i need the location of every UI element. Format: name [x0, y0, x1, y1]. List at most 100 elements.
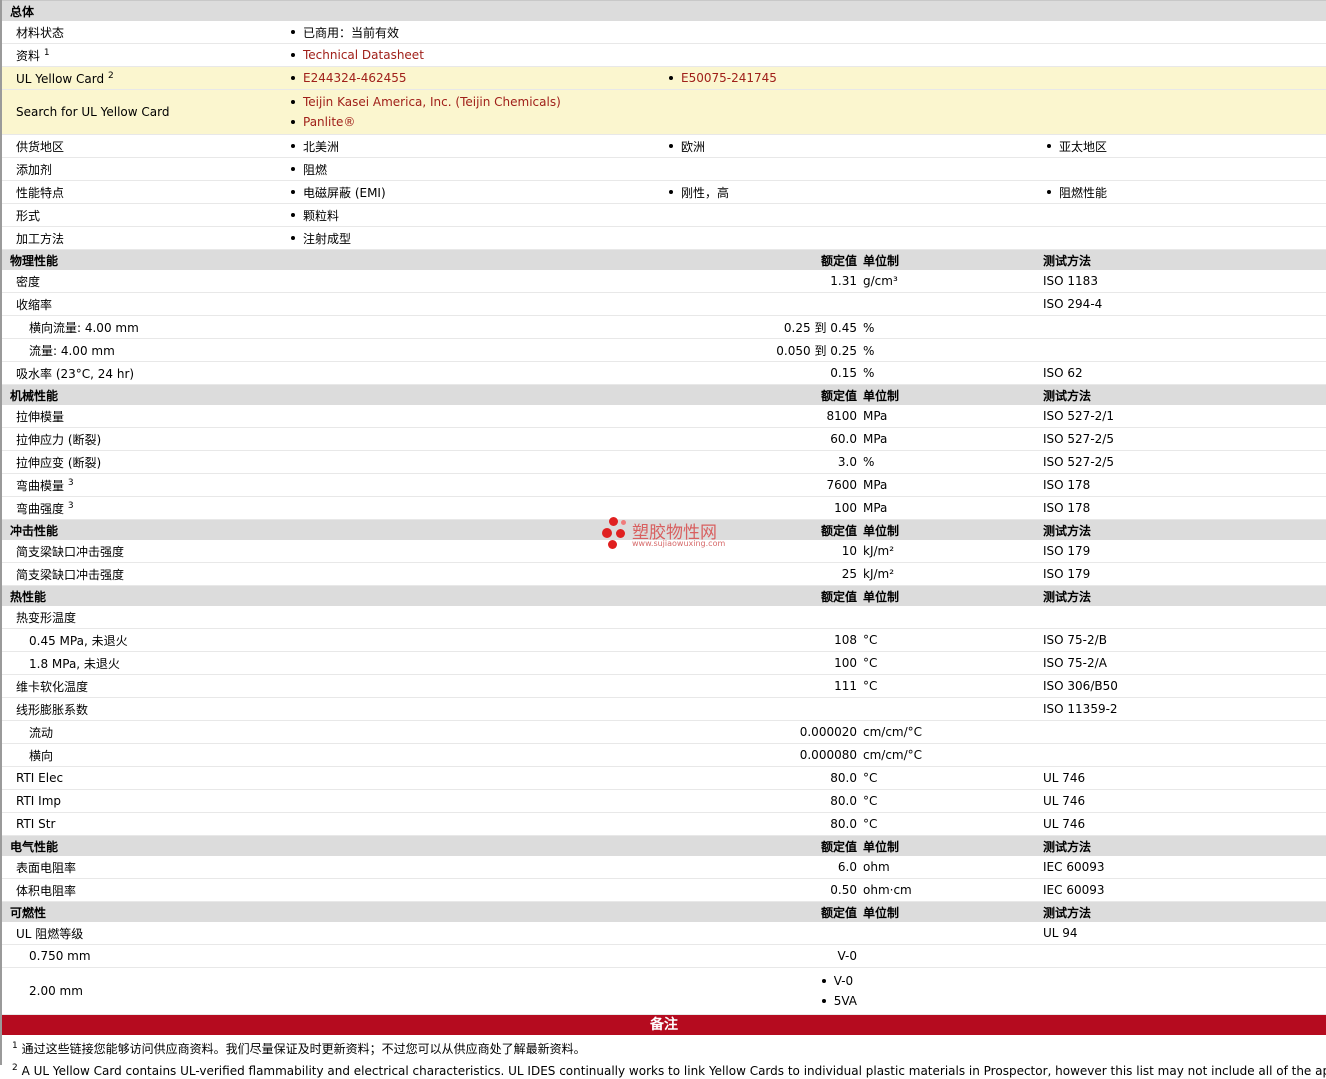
label-text: 弯曲模量 — [16, 478, 65, 493]
unit: MPa — [863, 432, 888, 447]
property-label: 1.8 MPa, 未退火 — [2, 651, 287, 675]
label-text: 线形膨胀系数 — [16, 702, 89, 717]
value-unit-cell — [287, 697, 1043, 721]
label-text: 0.750 mm — [29, 949, 91, 963]
header-unit: 单位制 — [863, 253, 900, 268]
property-label: 热变形温度 — [2, 606, 287, 629]
header-test: 测试方法 — [1043, 519, 1326, 540]
nominal-value: 1.31 — [830, 273, 857, 288]
header-unit: 单位制 — [863, 388, 900, 403]
label-text: 横向 — [29, 748, 54, 763]
general-row: 材料状态 已商用：当前有效 — [2, 21, 1326, 44]
general-value-cell — [665, 43, 1043, 67]
value-unit-cell: 80.0 °C — [287, 766, 1043, 790]
value-unit-cell: 0.25 到 0.45% — [287, 315, 1043, 339]
property-label: 弯曲模量 3 — [2, 473, 287, 497]
general-value-cell — [1043, 226, 1326, 250]
section-title: 机械性能 — [2, 384, 287, 405]
bullet-icon — [291, 120, 295, 124]
test-method: ISO 179 — [1043, 562, 1326, 586]
property-row: UL 阻燃等级 UL 94 — [2, 922, 1326, 945]
footnote-text: 通过这些链接您能够访问供应商资料。我们尽量保证及时更新资料；不过您可以从供应商处… — [21, 1042, 586, 1056]
section-title: 物理性能 — [2, 249, 287, 270]
general-value-cell: E244324-462455 — [287, 66, 665, 90]
property-row: 简支梁缺口冲击强度 10 kJ/m² ISO 179 — [2, 540, 1326, 563]
datasheet-link[interactable]: E244324-462455 — [303, 71, 407, 85]
nominal-value: 80.0 — [830, 770, 857, 785]
nominal-value: 111 — [834, 678, 857, 693]
footnote: 1 通过这些链接您能够访问供应商资料。我们尽量保证及时更新资料；不过您可以从供应… — [2, 1035, 1326, 1057]
vendor-link[interactable]: Panlite® — [303, 115, 355, 129]
datasheet-link[interactable]: E50075-241745 — [681, 71, 777, 85]
value-unit-cell: 108 °C — [287, 628, 1043, 652]
nominal-value: 0.50 — [830, 882, 857, 897]
label-text: 维卡软化温度 — [16, 679, 89, 694]
column-headers: 额定值 单位制 — [287, 384, 1043, 405]
test-method: ISO 179 — [1043, 540, 1326, 563]
label-text: 横向流量: 4.00 mm — [29, 320, 139, 335]
value-unit-cell: 0.50 ohm·cm — [287, 878, 1043, 902]
nominal-value: 10 — [841, 543, 857, 558]
nominal-value: 108 — [834, 632, 857, 647]
datasheet-link[interactable]: Technical Datasheet — [303, 48, 424, 62]
property-row: 吸水率 (23°C, 24 hr) 0.15% ISO 62 — [2, 361, 1326, 385]
value-unit-cell: 25 kJ/m² — [287, 562, 1043, 586]
property-row: 拉伸应变 (断裂) 3.0% ISO 527-2/5 — [2, 450, 1326, 474]
nominal-value: 80.0 — [830, 816, 857, 831]
general-value-cell: 注射成型 — [287, 226, 665, 250]
bullet-icon — [291, 53, 295, 57]
property-label: 简支梁缺口冲击强度 — [2, 540, 287, 563]
property-row: RTI Imp 80.0 °C UL 746 — [2, 789, 1326, 813]
general-label: 加工方法 — [2, 226, 287, 250]
label-text: Search for UL Yellow Card — [16, 105, 170, 119]
header-value: 额定值 — [820, 523, 857, 538]
unit: °C — [863, 817, 878, 832]
general-value-cell — [665, 21, 1043, 44]
column-headers: 额定值 单位制 — [287, 901, 1043, 922]
value-unit-cell: V-0 5VA — [287, 967, 1043, 1015]
header-test: 测试方法 — [1043, 585, 1326, 606]
label-text: RTI Str — [16, 817, 56, 831]
general-row: Search for UL Yellow Card Teijin Kasei Am… — [2, 89, 1326, 135]
header-value: 额定值 — [820, 905, 857, 920]
property-row: 拉伸模量 8100 MPa ISO 527-2/1 — [2, 405, 1326, 428]
property-label: 流量: 4.00 mm — [2, 338, 287, 362]
nominal-value: 0.050 到 0.25 — [776, 343, 857, 358]
label-text: 性能特点 — [16, 185, 65, 200]
bullet-item: 北美洲 — [287, 138, 665, 155]
item-text: 注射成型 — [303, 231, 352, 246]
property-row: 表面电阻率 6.0 ohm IEC 60093 — [2, 856, 1326, 879]
value-unit-cell: 0.050 到 0.25% — [287, 338, 1043, 362]
test-method: IEC 60093 — [1043, 856, 1326, 879]
bullet-icon — [291, 30, 295, 34]
nominal-value: 80.0 — [830, 793, 857, 808]
bullet-icon — [821, 979, 826, 983]
general-label: 形式 — [2, 203, 287, 227]
label-text: UL Yellow Card — [16, 71, 105, 86]
unit: % — [863, 455, 875, 470]
nominal-value: 60.0 — [830, 431, 857, 446]
property-row: 2.00 mm V-0 5VA — [2, 967, 1326, 1015]
test-method: UL 94 — [1043, 922, 1326, 945]
section-header: 机械性能 额定值 单位制 测试方法 — [2, 384, 1326, 405]
general-label: 供货地区 — [2, 134, 287, 158]
general-value-cell — [1043, 21, 1326, 44]
property-row: 线形膨胀系数 ISO 11359-2 — [2, 697, 1326, 721]
test-method — [1043, 338, 1326, 362]
header-unit: 单位制 — [863, 839, 900, 854]
bullet-item: Technical Datasheet — [287, 48, 665, 62]
property-label: 线形膨胀系数 — [2, 697, 287, 721]
vendor-link[interactable]: Teijin Kasei America, Inc. (Teijin Chemi… — [303, 95, 561, 109]
test-method — [1043, 606, 1326, 629]
label-text: 添加剂 — [16, 162, 53, 177]
section-header: 物理性能 额定值 单位制 测试方法 — [2, 249, 1326, 270]
test-method: ISO 75-2/B — [1043, 628, 1326, 652]
footnote-ref: 3 — [67, 477, 74, 488]
item-text: 电磁屏蔽 (EMI) — [303, 185, 386, 200]
general-label: 材料状态 — [2, 21, 287, 44]
test-method: IEC 60093 — [1043, 878, 1326, 902]
unit: cm/cm/°C — [863, 748, 923, 763]
rating-value: 5VA — [833, 994, 857, 1008]
test-method — [1043, 743, 1326, 767]
bullet-icon — [291, 144, 295, 148]
